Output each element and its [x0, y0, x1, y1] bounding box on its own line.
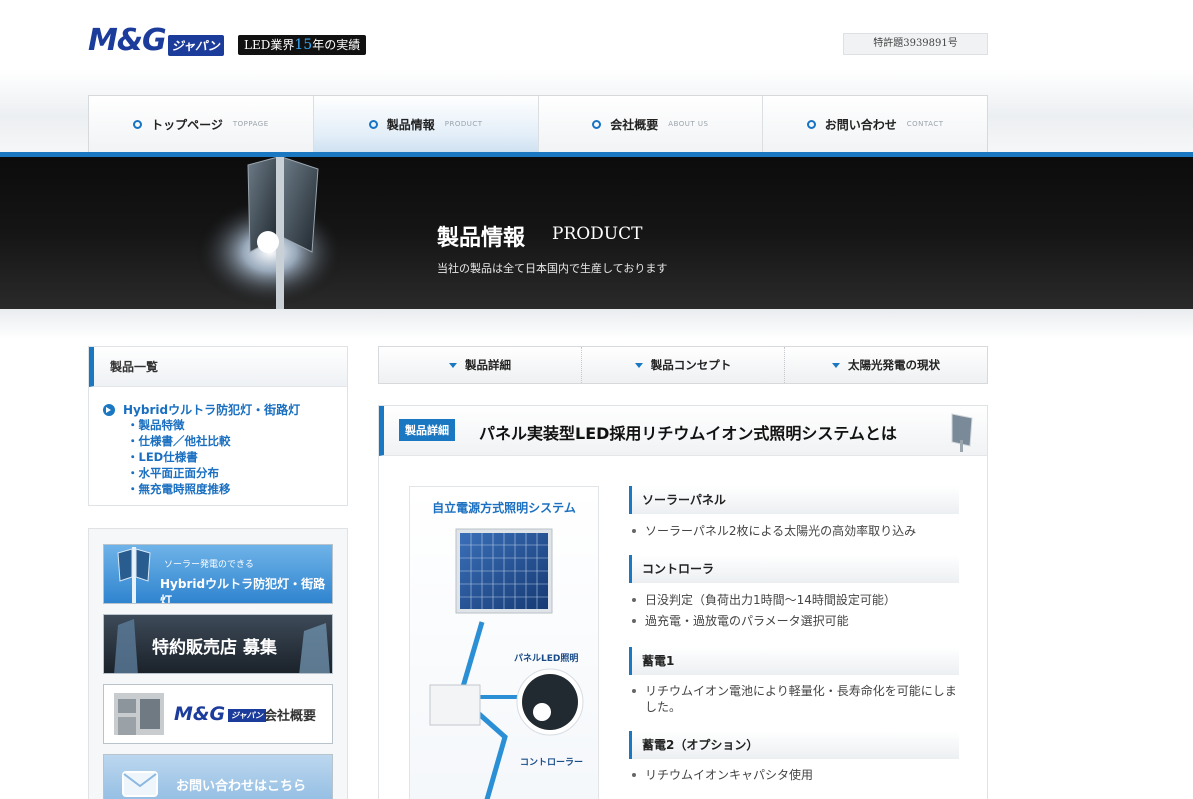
- hero-shadow: [0, 309, 1193, 339]
- nav-label: トップページ: [151, 117, 223, 132]
- banner-company-profile[interactable]: M&G ジャパン 会社概要: [103, 684, 333, 744]
- banner-dealer-text: 特約販売店 募集: [152, 638, 277, 658]
- subnav-detail[interactable]: 製品詳細: [379, 347, 582, 383]
- solar-panel-icon: [951, 413, 973, 452]
- nav-item-about[interactable]: 会社概要 ABOUT US: [539, 96, 764, 152]
- section-header: 製品詳細 パネル実装型LED採用リチウムイオン式照明システムとは: [379, 406, 987, 456]
- nav-label: 会社概要: [610, 117, 659, 132]
- circle-bullet-icon: [133, 119, 143, 129]
- spec-heading-battery1: 蓄電1: [629, 647, 959, 675]
- spec-item: リチウムイオン電池により軽量化・長寿命化を可能にしました。: [629, 683, 959, 715]
- tagline-prefix: LED業界: [244, 38, 295, 52]
- circle-bullet-icon: [592, 119, 602, 129]
- product-sublink-features[interactable]: ・製品特徴: [127, 417, 185, 433]
- banner-hybrid-caption: ソーラー発電のできる: [164, 560, 254, 570]
- subnav-label: 製品コンセプト: [650, 358, 732, 372]
- banner-dealer-recruit[interactable]: 特約販売店 募集: [103, 614, 333, 674]
- product-sublink-distribution[interactable]: ・水平面正面分布: [127, 465, 219, 481]
- tagline-suffix: 年の実績: [312, 38, 361, 52]
- triangle-down-icon: [832, 362, 840, 368]
- solar-street-light-image: [195, 157, 340, 309]
- diagram-label-controller: コントローラー: [520, 758, 584, 768]
- nav-item-top[interactable]: トップページ TOPPAGE: [89, 96, 314, 152]
- experience-tagline: LED業界15年の実績: [238, 35, 367, 55]
- banner-hybrid-title: Hybridウルトラ防犯灯・街路灯: [160, 577, 326, 604]
- product-sublink-led-spec[interactable]: ・LED仕様書: [127, 449, 198, 465]
- global-nav: トップページ TOPPAGE 製品情報 PRODUCT 会社概要 ABOUT U…: [88, 95, 988, 152]
- street-light-icon: [117, 547, 151, 603]
- subnav-label: 製品詳細: [465, 358, 511, 372]
- logo-mg-text: M&G: [88, 22, 167, 58]
- hero-title: 製品情報: [437, 226, 526, 251]
- banner-logo-japan: ジャパン: [228, 709, 266, 722]
- subnav-solar-status[interactable]: 太陽光発電の現状: [785, 347, 987, 383]
- spec-item: リチウムイオンキャパシタ使用: [629, 767, 959, 783]
- tagline-number: 15: [294, 37, 313, 53]
- nav-label: 製品情報: [386, 117, 435, 132]
- patent-number: 特許題3939891号: [843, 33, 988, 55]
- triangle-down-icon: [449, 362, 457, 368]
- banner-contact[interactable]: お問い合わせはこちら: [103, 754, 333, 799]
- hero-subtitle: 当社の製品は全て日本国内で生産しております: [437, 262, 668, 275]
- nav-label-en: ABOUT US: [668, 120, 709, 128]
- logo-japan-text: ジャパン: [167, 34, 224, 56]
- nav-label-en: PRODUCT: [444, 120, 483, 128]
- product-link-label: Hybridウルトラ防犯灯・街路灯: [123, 403, 301, 417]
- circle-bullet-icon: [368, 119, 378, 129]
- product-list-box: 製品一覧 Hybridウルトラ防犯灯・街路灯 ・製品特徴 ・仕様書／他社比較 ・…: [88, 346, 348, 506]
- arrow-right-circle-icon: [103, 403, 115, 416]
- product-detail-section: 製品詳細 パネル実装型LED採用リチウムイオン式照明システムとは 自立電源方式照…: [378, 405, 988, 799]
- sidebar-banners: ソーラー発電のできる Hybridウルトラ防犯灯・街路灯 特約販売店 募集 M&…: [88, 528, 348, 799]
- system-diagram-illustration: [429, 528, 584, 799]
- product-subnav: 製品詳細 製品コンセプト 太陽光発電の現状: [378, 346, 988, 384]
- spec-item: ソーラーパネル2枚による太陽光の高効率取り込み: [629, 523, 959, 539]
- spec-heading-solar: ソーラーパネル: [629, 486, 959, 514]
- product-sublink-spec-compare[interactable]: ・仕様書／他社比較: [127, 433, 231, 449]
- spec-item: 日没判定（負荷出力1時間〜14時間設定可能）: [629, 592, 959, 608]
- spec-item: 過充電・過放電のパラメータ選択可能: [629, 613, 959, 629]
- circle-bullet-icon: [806, 119, 816, 129]
- nav-label: お問い合わせ: [824, 117, 897, 132]
- banner-contact-text: お問い合わせはこちら: [176, 779, 307, 794]
- company-logo[interactable]: M&G ジャパン: [88, 22, 224, 58]
- hero-title-en: PRODUCT: [552, 224, 643, 244]
- nav-label-en: TOPPAGE: [232, 120, 269, 128]
- banner-logo-mg: M&G: [174, 703, 226, 725]
- nav-item-contact[interactable]: お問い合わせ CONTACT: [763, 96, 987, 152]
- banner-hybrid-light[interactable]: ソーラー発電のできる Hybridウルトラ防犯灯・街路灯: [103, 544, 333, 604]
- office-building-image: [114, 693, 164, 735]
- nav-item-product[interactable]: 製品情報 PRODUCT: [313, 96, 539, 152]
- product-link-hybrid[interactable]: Hybridウルトラ防犯灯・街路灯: [103, 401, 300, 418]
- subnav-label: 太陽光発電の現状: [848, 358, 940, 372]
- system-diagram: 自立電源方式照明システム パネルLED照明 コントローラー: [409, 486, 599, 799]
- section-title: パネル実装型LED採用リチウムイオン式照明システムとは: [479, 424, 897, 443]
- banner-company-text: 会社概要: [264, 709, 317, 724]
- mail-icon: [122, 771, 158, 797]
- diagram-label-led: パネルLED照明: [514, 654, 579, 664]
- triangle-down-icon: [634, 362, 643, 368]
- hero-banner: 製品情報 PRODUCT 当社の製品は全て日本国内で生産しております: [0, 157, 1193, 309]
- section-badge: 製品詳細: [399, 419, 455, 441]
- subnav-concept[interactable]: 製品コンセプト: [582, 347, 785, 383]
- spec-heading-battery2: 蓄電2（オプション）: [629, 731, 959, 759]
- product-sublink-illuminance[interactable]: ・無充電時照度推移: [127, 481, 231, 497]
- product-list-heading: 製品一覧: [89, 347, 347, 387]
- nav-label-en: CONTACT: [906, 120, 944, 128]
- spec-heading-controller: コントローラ: [629, 555, 959, 583]
